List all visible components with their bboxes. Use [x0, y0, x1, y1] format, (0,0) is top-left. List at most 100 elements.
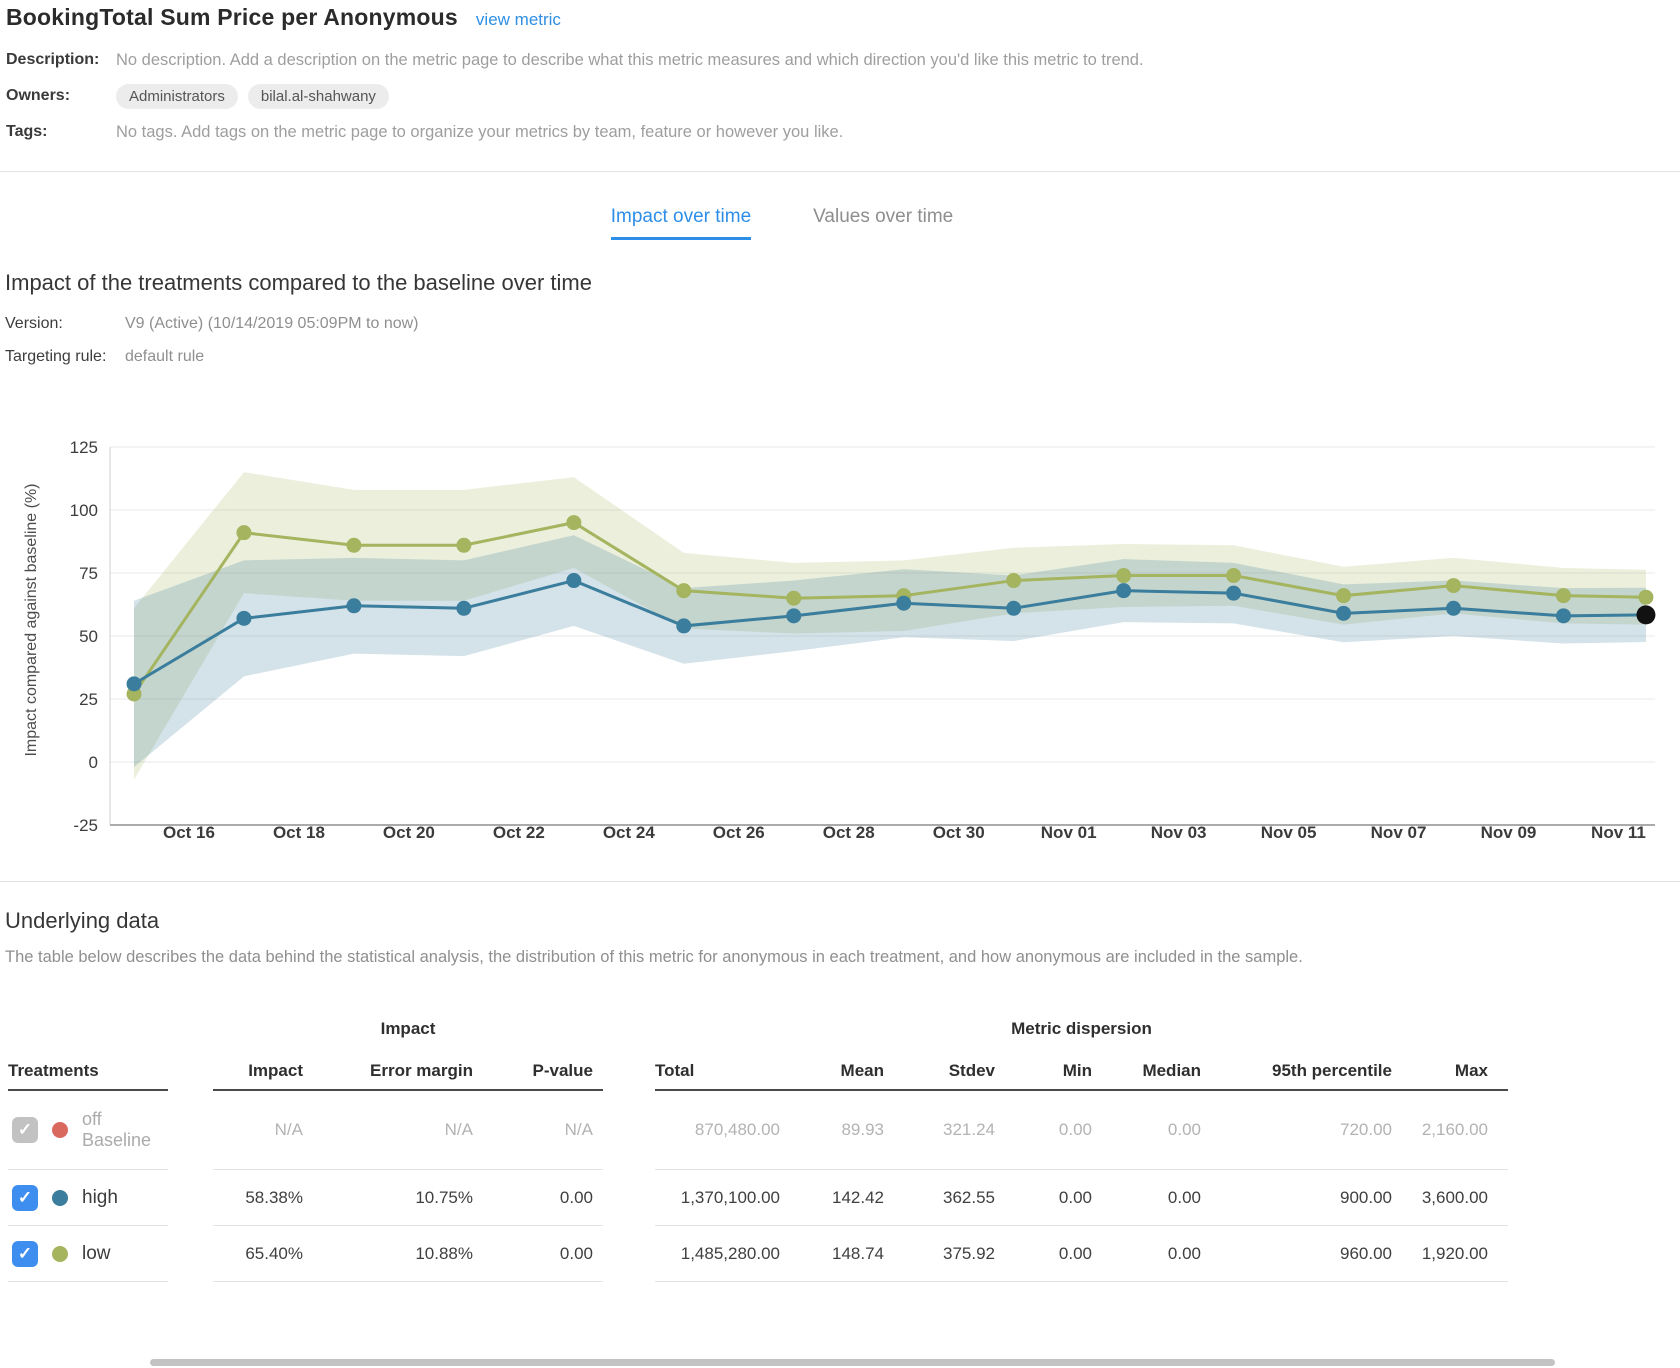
treatment-checkbox-high[interactable]: ✓: [12, 1185, 38, 1211]
tags-value: No tags. Add tags on the metric page to …: [116, 123, 843, 142]
tab-values-over-time[interactable]: Values over time: [813, 206, 953, 240]
impact-section-title: Impact of the treatments compared to the…: [5, 270, 1680, 296]
section-divider: [0, 881, 1680, 882]
x-axis-tick: Oct 26: [713, 823, 765, 842]
low-data-point[interactable]: [456, 538, 471, 553]
x-axis-tick: Oct 16: [163, 823, 215, 842]
treatment-checkbox-off[interactable]: ✓: [12, 1117, 38, 1143]
high-data-point[interactable]: [1006, 601, 1021, 616]
dispersion-row-low: 1,485,280.00148.74375.920.000.00960.001,…: [655, 1226, 1508, 1282]
low-data-point[interactable]: [566, 515, 581, 530]
owners-pills: Administrators bilal.al-shahwany: [116, 84, 399, 109]
version-row: Version: V9 (Active) (10/14/2019 05:09PM…: [5, 311, 1680, 337]
y-axis-tick: 25: [79, 690, 98, 709]
x-axis-tick: Nov 05: [1261, 823, 1317, 842]
high-data-point[interactable]: [127, 676, 142, 691]
high-data-point[interactable]: [676, 618, 691, 633]
impact-group-header: Impact: [213, 1011, 603, 1047]
low-data-point[interactable]: [1116, 568, 1131, 583]
column-header-p-value: P-value: [473, 1061, 593, 1081]
dispersion-cell: 0.00: [995, 1188, 1092, 1208]
dispersion-cell: 960.00: [1201, 1244, 1392, 1264]
description-label: Description:: [6, 51, 116, 69]
x-axis-tick: Nov 07: [1371, 823, 1427, 842]
dispersion-group-header: Metric dispersion: [655, 1011, 1508, 1047]
owners-label: Owners:: [6, 87, 116, 105]
table-horizontal-scrollbar[interactable]: [150, 1359, 1555, 1366]
low-data-point[interactable]: [1556, 588, 1571, 603]
high-data-point[interactable]: [236, 611, 251, 626]
high-data-point[interactable]: [896, 596, 911, 611]
dispersion-cell: 0.00: [1092, 1188, 1201, 1208]
treatments-header: Treatments: [8, 1047, 168, 1091]
treatment-row-low: ✓ low: [8, 1226, 168, 1282]
treatment-row-off: ✓offBaseline: [8, 1091, 168, 1170]
high-data-point[interactable]: [1226, 586, 1241, 601]
dispersion-cell: 0.00: [995, 1244, 1092, 1264]
low-data-point[interactable]: [676, 583, 691, 598]
tab-bar: Impact over time Values over time: [0, 172, 1622, 240]
dispersion-cell: 0.00: [1092, 1120, 1201, 1140]
high-data-point[interactable]: [786, 608, 801, 623]
tags-label: Tags:: [6, 123, 116, 141]
metric-details-page: BookingTotal Sum Price per Anonymous vie…: [0, 0, 1680, 1368]
low-data-point[interactable]: [786, 591, 801, 606]
x-axis-tick: Nov 01: [1041, 823, 1097, 842]
owner-pill: bilal.al-shahwany: [248, 84, 389, 109]
high-data-point[interactable]: [566, 573, 581, 588]
low-data-point[interactable]: [1006, 573, 1021, 588]
treatment-label-low: low: [82, 1243, 111, 1264]
low-data-point[interactable]: [1336, 588, 1351, 603]
page-title: BookingTotal Sum Price per Anonymous: [6, 4, 458, 31]
impact-over-time-chart[interactable]: 1251007550250-25Oct 16Oct 18Oct 20Oct 22…: [0, 430, 1680, 860]
y-axis-tick: 50: [79, 627, 98, 646]
x-axis-tick: Oct 30: [933, 823, 985, 842]
impact-cell: 10.75%: [303, 1188, 473, 1208]
version-label: Version:: [5, 315, 125, 333]
y-axis-tick: 0: [89, 753, 98, 772]
current-point-marker[interactable]: [1636, 605, 1655, 624]
low-data-point[interactable]: [1446, 578, 1461, 593]
high-data-point[interactable]: [1336, 606, 1351, 621]
high-data-point[interactable]: [346, 598, 361, 613]
underlying-data-description: The table below describes the data behin…: [5, 948, 1680, 967]
dispersion-cell: 142.42: [780, 1188, 884, 1208]
y-axis-title: Impact compared against baseline (%): [23, 483, 40, 756]
low-data-point[interactable]: [1638, 590, 1653, 605]
metric-meta: Description: No description. Add a descr…: [0, 46, 1680, 146]
high-data-point[interactable]: [1556, 608, 1571, 623]
dispersion-cell: 362.55: [884, 1188, 995, 1208]
dispersion-row-off: 870,480.0089.93321.240.000.00720.002,160…: [655, 1091, 1508, 1170]
column-header-impact: Impact: [213, 1061, 303, 1081]
low-data-point[interactable]: [346, 538, 361, 553]
impact-chart: 1251007550250-25Oct 16Oct 18Oct 20Oct 22…: [0, 430, 1680, 865]
impact-cell: 58.38%: [213, 1188, 303, 1208]
view-metric-link[interactable]: view metric: [476, 10, 561, 30]
impact-cell: N/A: [213, 1120, 303, 1140]
targeting-rule-label: Targeting rule:: [5, 348, 125, 366]
targeting-rule-value: default rule: [125, 348, 204, 366]
high-data-point[interactable]: [1446, 601, 1461, 616]
impact-row-high: 58.38%10.75%0.00: [213, 1170, 603, 1226]
column-header-max: Max: [1392, 1061, 1488, 1081]
underlying-data-table: Treatments ✓offBaseline✓high✓low Impact …: [0, 1011, 1680, 1311]
high-data-point[interactable]: [1116, 583, 1131, 598]
dispersion-cell: 0.00: [995, 1120, 1092, 1140]
dispersion-group: Metric dispersion TotalMeanStdevMinMedia…: [655, 1011, 1508, 1282]
owner-pill: Administrators: [116, 84, 238, 109]
column-header-error-margin: Error margin: [303, 1061, 473, 1081]
treatment-checkbox-low[interactable]: ✓: [12, 1241, 38, 1267]
high-data-point[interactable]: [456, 601, 471, 616]
treatment-color-dot-off: [52, 1122, 68, 1138]
x-axis-tick: Oct 22: [493, 823, 545, 842]
y-axis-tick: 125: [70, 438, 98, 457]
version-info: Version: V9 (Active) (10/14/2019 05:09PM…: [0, 311, 1680, 370]
impact-group: Impact ImpactError marginP-value N/AN/AN…: [213, 1011, 603, 1282]
y-axis-tick: 100: [70, 501, 98, 520]
tab-impact-over-time[interactable]: Impact over time: [611, 206, 751, 240]
column-header-min: Min: [995, 1061, 1092, 1081]
y-axis-tick: 75: [79, 564, 98, 583]
column-header-95th-percentile: 95th percentile: [1201, 1061, 1392, 1081]
low-data-point[interactable]: [236, 525, 251, 540]
low-data-point[interactable]: [1226, 568, 1241, 583]
